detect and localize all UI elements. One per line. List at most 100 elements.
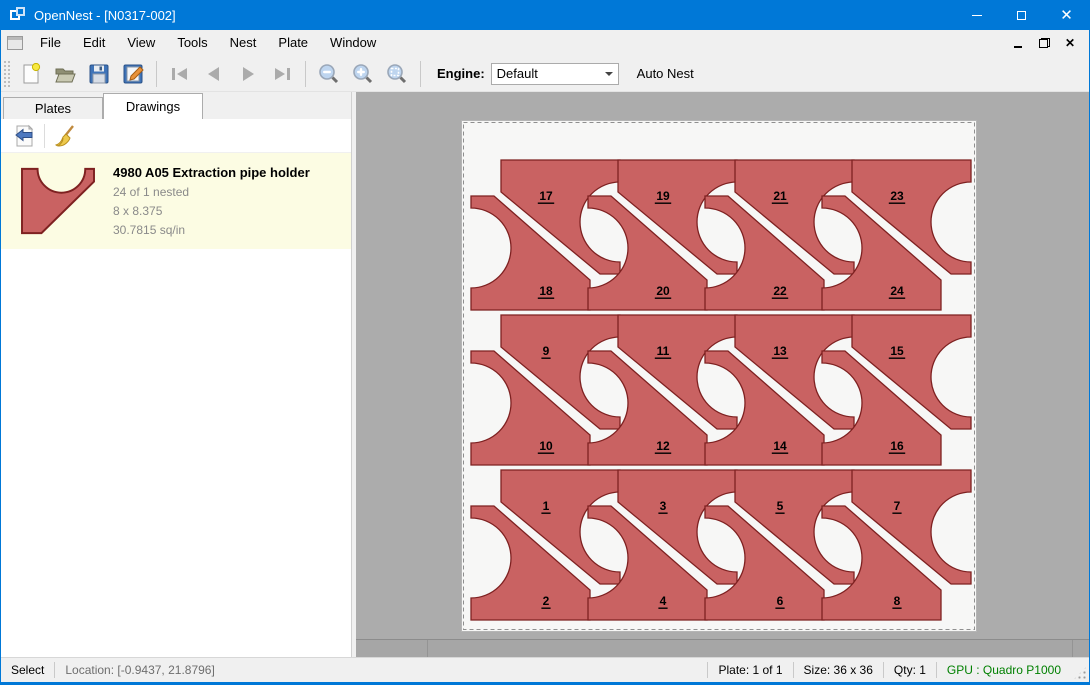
drawing-area: 30.7815 sq/in (113, 223, 310, 237)
part-number: 16 (890, 439, 904, 453)
part-number: 13 (773, 344, 787, 358)
part-number: 2 (543, 594, 550, 608)
save-as-button[interactable] (118, 59, 148, 89)
part-number: 17 (539, 189, 553, 203)
minimize-button[interactable] (954, 0, 999, 30)
menu-file[interactable]: File (29, 30, 72, 55)
drawing-thumbnail (17, 165, 99, 237)
open-icon (54, 63, 76, 85)
close-icon: ✕ (1060, 6, 1073, 24)
drawing-nested-count: 24 of 1 nested (113, 185, 310, 199)
menu-view[interactable]: View (116, 30, 166, 55)
drawing-list-item[interactable]: 4980 A05 Extraction pipe holder 24 of 1 … (1, 153, 351, 249)
engine-dropdown-button[interactable] (601, 64, 618, 84)
close-button[interactable]: ✕ (1044, 0, 1089, 30)
zoom-out-icon (317, 62, 341, 86)
part-number: 23 (890, 189, 904, 203)
go-previous-icon (203, 63, 225, 85)
engine-label: Engine: (437, 66, 485, 81)
mdi-close-icon: ✕ (1065, 36, 1075, 50)
status-plate: Plate: 1 of 1 (708, 662, 792, 678)
part-number: 10 (539, 439, 553, 453)
clean-icon (53, 124, 77, 148)
minimize-icon (972, 15, 982, 16)
mdi-window-controls: ✕ (1007, 30, 1089, 55)
auto-nest-button[interactable]: Auto Nest (631, 62, 700, 85)
menu-nest[interactable]: Nest (219, 30, 268, 55)
part-number: 14 (773, 439, 787, 453)
status-location: Location: [-0.9437, 21.8796] (55, 662, 224, 678)
mdi-close-button[interactable]: ✕ (1059, 33, 1081, 53)
go-next-icon (237, 63, 259, 85)
menu-window[interactable]: Window (319, 30, 387, 55)
part-number: 11 (657, 344, 670, 358)
zoom-in-icon (351, 62, 375, 86)
go-last-button[interactable] (267, 59, 297, 89)
plate[interactable]: 171921231820222491113151012141613572468 (461, 120, 977, 632)
panel-tabs: PlatesDrawings (1, 92, 351, 119)
status-qty: Qty: 1 (884, 662, 936, 678)
go-last-icon (271, 63, 293, 85)
clean-button[interactable] (50, 122, 80, 150)
maximize-icon (1017, 11, 1026, 20)
menu-plate[interactable]: Plate (267, 30, 319, 55)
zoom-fit-button[interactable] (382, 59, 412, 89)
part-number: 18 (539, 284, 553, 298)
part-number: 12 (656, 439, 670, 453)
part-number: 6 (777, 594, 784, 608)
drawings-toolbar (1, 119, 351, 153)
return-to-drawings-icon (12, 124, 36, 148)
part-number: 7 (894, 499, 901, 513)
save-icon (88, 63, 110, 85)
save-button[interactable] (84, 59, 114, 89)
app-window: OpenNest - [N0317-002] ✕ FileEditViewToo… (0, 0, 1090, 685)
zoom-out-button[interactable] (314, 59, 344, 89)
part-number: 22 (773, 284, 787, 298)
nest-canvas[interactable]: 171921231820222491113151012141613572468 (356, 92, 1089, 657)
save-as-icon (122, 63, 144, 85)
scrollbar-corner (1072, 640, 1089, 657)
menu-tools[interactable]: Tools (166, 30, 218, 55)
chevron-down-icon (605, 72, 613, 76)
part-number: 9 (543, 344, 550, 358)
tab-drawings[interactable]: Drawings (103, 93, 203, 119)
part-number: 4 (660, 594, 667, 608)
new-button[interactable] (16, 59, 46, 89)
mdi-minimize-button[interactable] (1007, 33, 1029, 53)
part-number: 5 (777, 499, 784, 513)
status-gpu: GPU : Quadro P1000 (937, 662, 1071, 678)
title-bar: OpenNest - [N0317-002] ✕ (1, 0, 1089, 30)
toolbar-grip[interactable] (4, 61, 10, 87)
drawing-size: 8 x 8.375 (113, 204, 310, 218)
open-button[interactable] (50, 59, 80, 89)
zoom-in-button[interactable] (348, 59, 378, 89)
status-bar: Select Location: [-0.9437, 21.8796] Plat… (1, 657, 1089, 682)
part-number: 24 (890, 284, 904, 298)
status-mode: Select (1, 662, 54, 678)
go-first-icon (169, 63, 191, 85)
part-number: 15 (890, 344, 904, 358)
maximize-button[interactable] (999, 0, 1044, 30)
mdi-restore-button[interactable] (1033, 33, 1055, 53)
go-previous-button[interactable] (199, 59, 229, 89)
mdi-minimize-icon (1014, 46, 1022, 48)
return-to-drawings-button[interactable] (9, 122, 39, 150)
mdi-document-icon (7, 36, 23, 50)
go-next-button[interactable] (233, 59, 263, 89)
horizontal-scrollbar[interactable] (356, 639, 1089, 657)
app-icon (10, 7, 26, 23)
menu-edit[interactable]: Edit (72, 30, 116, 55)
main-toolbar: Engine: Default Auto Nest (1, 56, 1089, 92)
zoom-fit-icon (385, 62, 409, 86)
engine-selected-value: Default (492, 66, 601, 81)
drawing-title: 4980 A05 Extraction pipe holder (113, 165, 310, 180)
go-first-button[interactable] (165, 59, 195, 89)
engine-select[interactable]: Default (491, 63, 619, 85)
part-number: 3 (660, 499, 667, 513)
drawings-panel: PlatesDrawings (1, 92, 352, 657)
resize-grip[interactable] (1073, 666, 1087, 680)
tab-plates[interactable]: Plates (3, 97, 103, 119)
part-number: 21 (773, 189, 787, 203)
menu-bar: FileEditViewToolsNestPlateWindow ✕ (1, 30, 1089, 56)
mdi-restore-icon (1039, 38, 1050, 48)
